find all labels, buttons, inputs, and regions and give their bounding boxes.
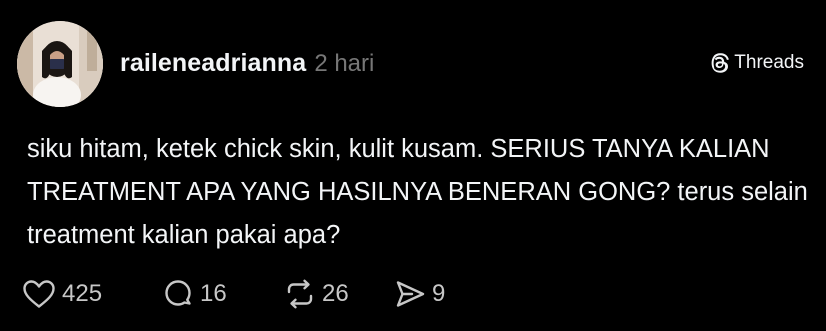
like-count: 425	[62, 280, 103, 307]
reply-bubble-icon	[162, 278, 194, 310]
heart-icon	[22, 279, 56, 309]
threads-post: raileneadrianna 2 hari Threads siku hita…	[0, 0, 826, 331]
repost-icon	[284, 278, 316, 310]
avatar[interactable]	[17, 21, 103, 107]
repost-count: 26	[322, 280, 349, 307]
post-body: siku hitam, ketek chick skin, kulit kusa…	[27, 135, 808, 249]
post-timestamp: 2 hari	[314, 50, 375, 77]
share-button[interactable]: 9	[394, 278, 464, 310]
brand-label: Threads	[734, 52, 804, 73]
username[interactable]: raileneadrianna	[120, 49, 306, 78]
reply-count: 16	[200, 280, 227, 307]
post-actions: 425 16 26 9	[22, 276, 464, 312]
share-count: 9	[432, 280, 446, 307]
like-button[interactable]: 425	[22, 279, 138, 309]
send-icon	[394, 278, 426, 310]
repost-button[interactable]: 26	[284, 278, 368, 310]
post-header: raileneadrianna 2 hari	[120, 49, 374, 83]
threads-logo-icon	[711, 53, 730, 73]
reply-button[interactable]: 16	[162, 278, 250, 310]
threads-brand: Threads	[711, 52, 804, 74]
